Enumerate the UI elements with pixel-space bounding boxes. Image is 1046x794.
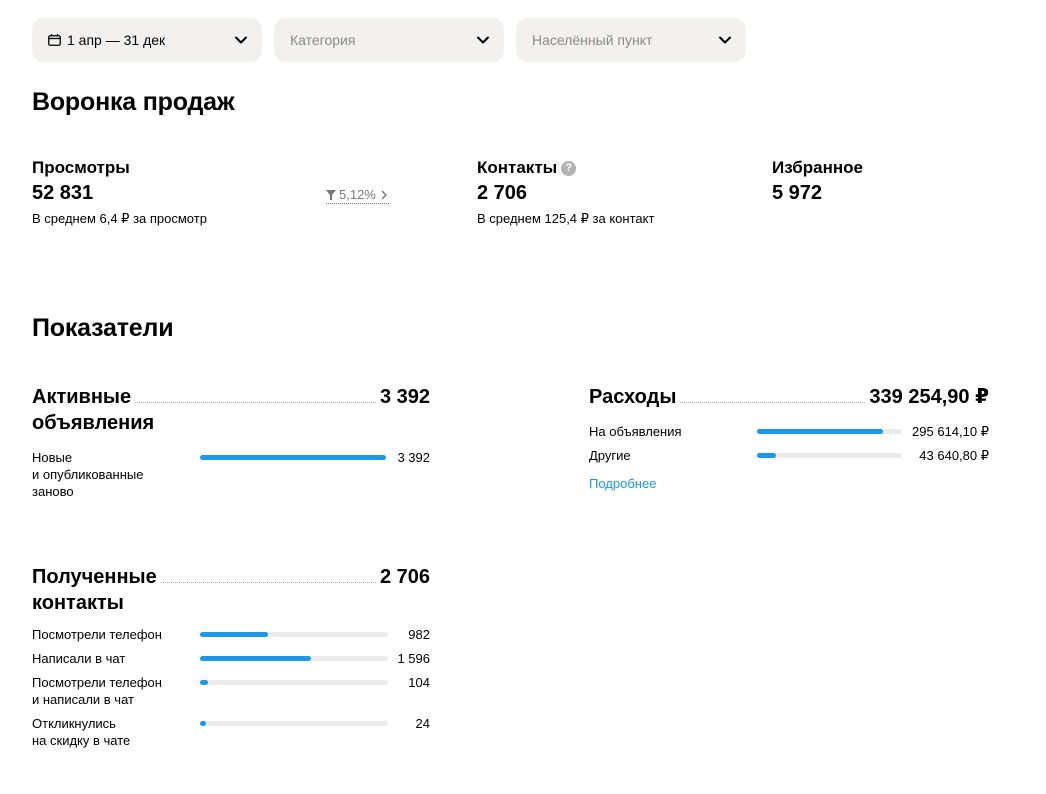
expenses-row-label: На объявления [589,424,682,439]
active-row-new: Новые и опубликованные заново 3 392 [32,449,430,500]
contacts-row-bar [200,632,388,637]
contacts-row-phone: Посмотрели телефон 982 [32,626,430,643]
contacts-row-value: 982 [408,627,430,642]
received-contacts-block: Полученные 2 706 контакты Посмотрели тел… [32,564,430,749]
conversion-value: 5,12% [339,187,376,202]
expenses-row-fill [757,429,884,434]
chevron-right-icon [381,190,387,199]
contacts-row-label: Посмотрели телефон и написали в чат [32,675,162,707]
views-sub: В среднем 6,4 ₽ за просмотр [32,211,207,226]
views-title: Просмотры [32,158,130,177]
active-listings-rows: Новые и опубликованные заново 3 392 [32,449,430,500]
filter-bar: 1 апр — 31 дек Категория Населённый пунк… [32,18,746,62]
chevron-down-icon [235,36,247,44]
metrics-title: Показатели [32,314,174,342]
views-value: 52 831 [32,182,94,204]
active-listings-total: 3 392 [379,386,430,408]
expenses-more-link[interactable]: Подробнее [589,476,989,491]
contacts-row-fill [200,656,311,661]
period-filter[interactable]: 1 апр — 31 дек [32,18,262,62]
contacts-row-value: 1 596 [397,651,430,666]
contacts-row-discount: Откликнулись на скидку в чате 24 [32,715,430,749]
contacts-stat: Контакты ? 2 706 В среднем 125,4 ₽ за ко… [477,158,654,227]
chevron-down-icon [477,36,489,44]
received-contacts-rows: Посмотрели телефон 982 Написали в чат 1 … [32,626,430,749]
contacts-row-value: 24 [415,716,430,731]
active-row-bar [200,455,386,460]
period-filter-label: 1 апр — 31 дек [67,32,166,48]
calendar-icon [48,34,61,46]
received-contacts-title-line2: контакты [32,592,124,614]
contacts-row-bar [200,656,388,661]
contacts-value: 2 706 [477,182,528,204]
contacts-row-bar [200,680,388,685]
expenses-row-label: Другие [589,448,631,463]
contacts-title: Контакты [477,158,558,177]
contacts-row-label: Посмотрели телефон [32,627,162,642]
contacts-row-fill [200,680,208,685]
funnel-title: Воронка продаж [32,88,235,116]
contacts-row-fill [200,721,206,726]
expenses-row-bar [757,453,902,458]
help-icon[interactable]: ? [561,160,577,176]
expenses-rows: На объявления 295 614,10 ₽ Другие 43 640… [589,423,989,464]
expenses-row-bar [757,429,902,434]
active-row-label: Новые и опубликованные заново [32,450,144,499]
expenses-row-other: Другие 43 640,80 ₽ [589,447,989,464]
expenses-row-listings: На объявления 295 614,10 ₽ [589,423,989,440]
contacts-row-value: 104 [408,675,430,690]
city-filter[interactable]: Населённый пункт [516,18,746,62]
funnel-icon [326,189,336,200]
contacts-row-label: Написали в чат [32,651,126,666]
expenses-row-fill [757,453,776,458]
chevron-down-icon [719,36,731,44]
received-contacts-total: 2 706 [379,566,430,588]
contacts-row-fill [200,632,268,637]
active-listings-block: Активные 3 392 объявления Новые и опубли… [32,384,430,500]
contacts-row-bar [200,721,388,726]
contacts-row-label: Откликнулись на скидку в чате [32,716,131,748]
active-row-value: 3 392 [397,450,430,465]
contacts-sub: В среднем 125,4 ₽ за контакт [477,211,655,226]
category-filter[interactable]: Категория [274,18,504,62]
contacts-row-phone-chat: Посмотрели телефон и написали в чат 104 [32,674,430,708]
active-listings-title-line2: объявления [32,412,155,434]
expenses-row-value: 295 614,10 ₽ [912,424,989,439]
favorites-value: 5 972 [772,182,823,204]
city-filter-label: Населённый пункт [532,32,653,48]
contacts-row-chat: Написали в чат 1 596 [32,650,430,667]
expenses-title: Расходы [589,386,677,408]
category-filter-label: Категория [290,32,356,48]
expenses-row-value: 43 640,80 ₽ [919,448,989,463]
received-contacts-title-line1: Полученные [32,566,157,588]
conversion-link[interactable]: 5,12% [326,187,389,204]
active-listings-title-line1: Активные [32,386,132,408]
favorites-title: Избранное [772,158,863,177]
active-row-fill [200,455,386,460]
favorites-stat: Избранное 5 972 [772,158,863,205]
expenses-block: Расходы 339 254,90 ₽ На объявления 295 6… [589,384,989,491]
expenses-total: 339 254,90 ₽ [869,386,989,408]
views-stat: Просмотры 52 831 В среднем 6,4 ₽ за прос… [32,158,207,227]
